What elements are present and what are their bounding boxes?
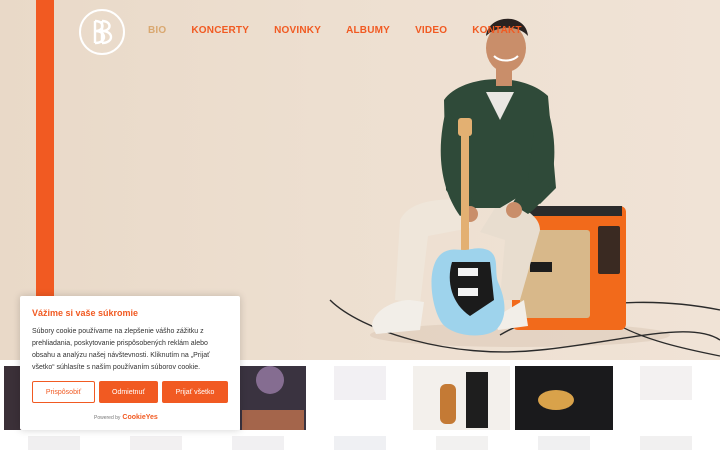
gallery-thumb-guitar <box>440 384 456 424</box>
gallery-thumb-light <box>256 366 284 394</box>
site-logo[interactable] <box>79 9 125 55</box>
gallery-thumb <box>334 436 386 450</box>
gallery-thumb-person <box>466 372 488 428</box>
cookie-title: Vážime si vaše súkromie <box>32 308 139 318</box>
cookie-buttons: Prispôsobiť Odmietnuť Prijať všetko <box>32 381 228 403</box>
gallery-thumb <box>130 436 182 450</box>
cookie-text: Súbory cookie používame na zlepšenie váš… <box>32 328 210 371</box>
customize-button[interactable]: Prispôsobiť <box>32 381 95 403</box>
nav-item-kontakt[interactable]: KONTAKT <box>472 25 522 37</box>
accept-all-button[interactable]: Prijať všetko <box>162 381 228 403</box>
nav-item-koncerty[interactable]: KONCERTY <box>191 25 249 37</box>
cookie-consent-banner: Vážime si vaše súkromie Súbory cookie po… <box>20 296 240 430</box>
powered-by-label: Powered by <box>94 414 121 421</box>
gallery-thumb <box>640 366 692 400</box>
reject-button[interactable]: Odmietnuť <box>99 381 158 403</box>
gallery-thumb <box>334 366 386 400</box>
gallery-thumb <box>538 436 590 450</box>
main-nav: BIO KONCERTY NOVINKY ALBUMY VIDEO KONTAK… <box>148 25 547 37</box>
gallery-thumb <box>436 436 488 450</box>
gallery-thumb-guitar <box>538 390 574 410</box>
nav-item-albumy[interactable]: ALBUMY <box>346 25 390 37</box>
bb-monogram-icon <box>93 19 113 45</box>
gallery-thumb <box>232 436 284 450</box>
nav-item-video[interactable]: VIDEO <box>415 25 447 37</box>
cookieyes-logo[interactable]: CookieYes <box>122 414 157 421</box>
gallery-thumb <box>28 436 80 450</box>
gallery-thumb <box>413 366 510 430</box>
gallery-thumb <box>242 410 304 430</box>
powered-by: Powered by CookieYes <box>94 414 158 421</box>
nav-item-bio[interactable]: BIO <box>148 25 166 37</box>
nav-item-novinky[interactable]: NOVINKY <box>274 25 321 37</box>
gallery-thumb <box>640 436 692 450</box>
